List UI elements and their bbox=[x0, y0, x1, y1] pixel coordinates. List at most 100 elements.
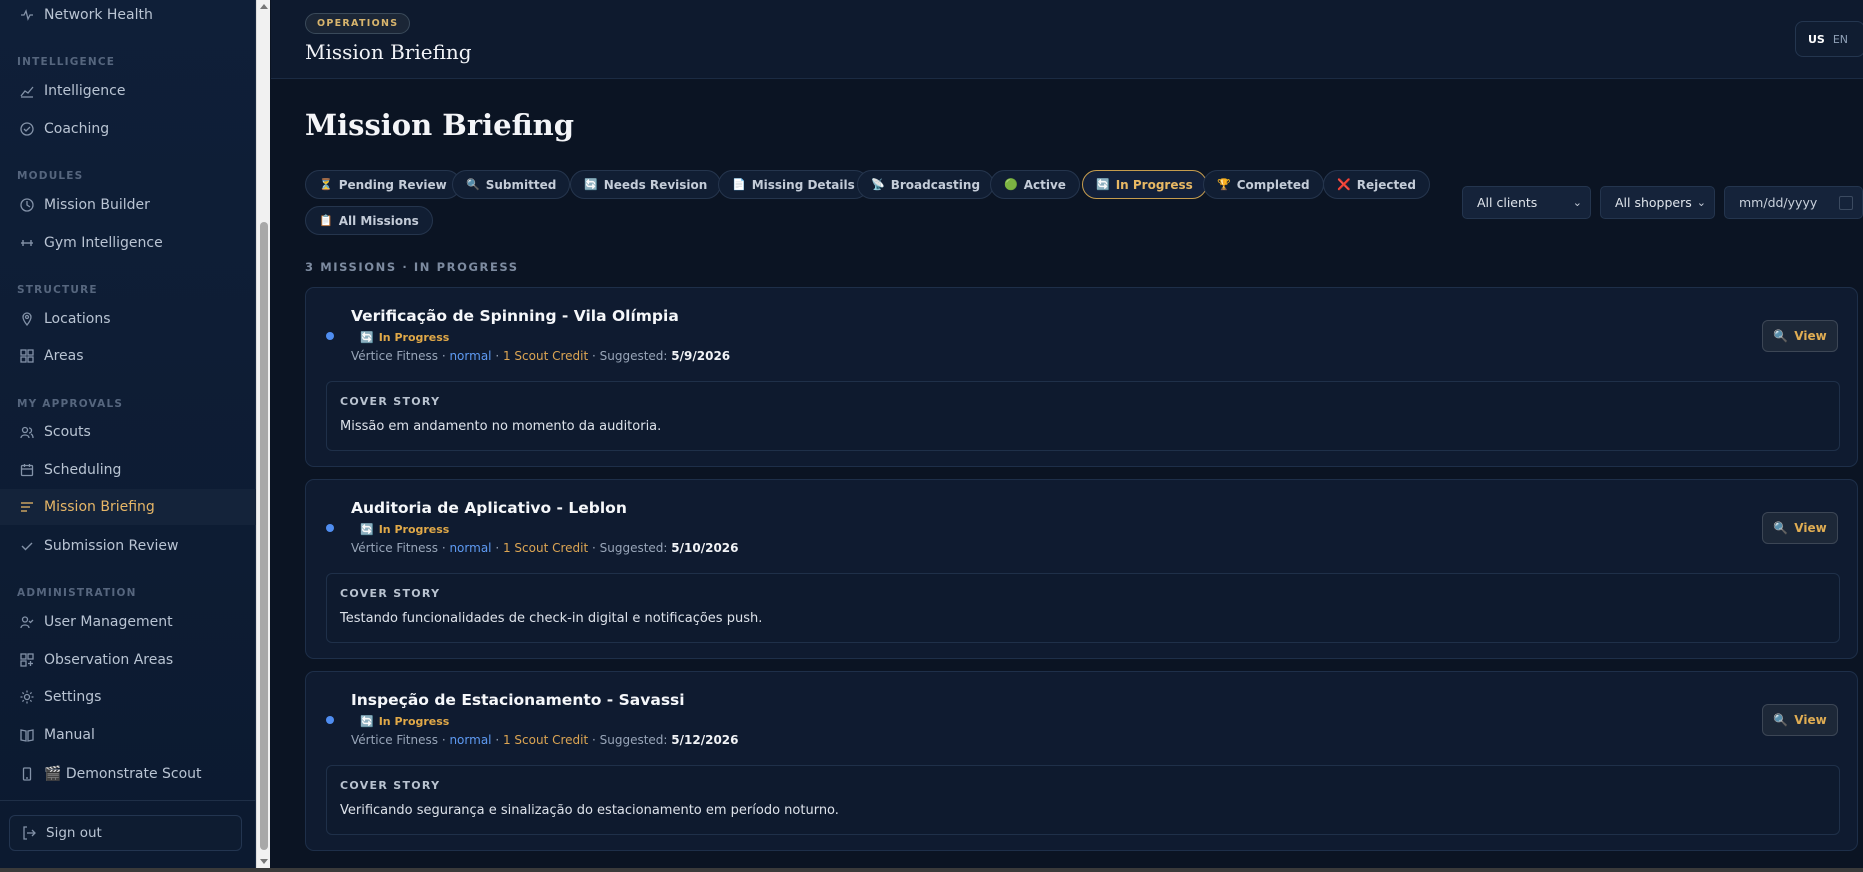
scrollbar-thumb[interactable] bbox=[260, 222, 268, 850]
credit-label: 1 Scout Credit bbox=[502, 349, 589, 363]
satellite-icon: 📡 bbox=[871, 178, 885, 191]
book-icon bbox=[20, 728, 34, 742]
sidebar-item-scheduling[interactable]: Scheduling bbox=[0, 452, 256, 488]
sidebar-item-label: Submission Review bbox=[44, 538, 179, 554]
refresh-icon: 🔄 bbox=[360, 331, 374, 344]
view-label: View bbox=[1794, 329, 1827, 343]
filter-label: Broadcasting bbox=[890, 177, 981, 192]
window-bottom-edge bbox=[0, 868, 1863, 872]
filter-label: Rejected bbox=[1356, 177, 1416, 192]
sidebar-item-gym-intelligence[interactable]: Gym Intelligence bbox=[0, 225, 256, 261]
date-input[interactable]: mm/dd/yyyy bbox=[1724, 186, 1863, 219]
sidebar-item-label: Observation Areas bbox=[44, 652, 174, 668]
filter-all-missions[interactable]: 📋 All Missions bbox=[305, 206, 433, 235]
sidebar-item-label: Network Health bbox=[44, 7, 153, 23]
sidebar-item-settings[interactable]: Settings bbox=[0, 679, 256, 715]
document-icon: 📄 bbox=[732, 178, 746, 191]
scroll-down-arrow-icon[interactable] bbox=[260, 859, 268, 864]
sidebar-item-label: Scouts bbox=[44, 424, 91, 440]
sidebar-item-coaching[interactable]: Coaching bbox=[0, 111, 256, 147]
filter-missing-details[interactable]: 📄 Missing Details bbox=[718, 170, 869, 199]
filter-in-progress[interactable]: 🔄 In Progress bbox=[1082, 170, 1207, 199]
refresh-icon: 🔄 bbox=[1096, 178, 1110, 191]
suggested-label: Suggested: bbox=[599, 733, 668, 747]
filter-completed[interactable]: 🏆 Completed bbox=[1203, 170, 1324, 199]
magnifier-icon: 🔍 bbox=[1773, 329, 1789, 343]
view-button[interactable]: 🔍 View bbox=[1762, 320, 1838, 352]
client-name: Vértice Fitness bbox=[351, 349, 438, 363]
sidebar-item-manual[interactable]: Manual bbox=[0, 717, 256, 753]
sidebar-item-submission-review[interactable]: Submission Review bbox=[0, 528, 256, 564]
mission-title: Auditoria de Aplicativo - Leblon bbox=[351, 499, 627, 517]
mission-meta: Vértice Fitness · normal · 1 Scout Credi… bbox=[351, 541, 739, 555]
filter-rejected[interactable]: ❌ Rejected bbox=[1323, 170, 1430, 199]
page-title: Mission Briefing bbox=[305, 108, 575, 142]
suggested-date: 5/12/2026 bbox=[671, 733, 739, 747]
filter-active[interactable]: 🟢 Active bbox=[990, 170, 1080, 199]
sidebar-item-label: Intelligence bbox=[44, 83, 126, 99]
sidebar-scrollbar[interactable] bbox=[256, 0, 270, 868]
sidebar-item-demonstrate-scout[interactable]: 🎬 Demonstrate Scout bbox=[0, 756, 256, 792]
filter-pending-review[interactable]: ⏳ Pending Review bbox=[305, 170, 461, 199]
sidebar-item-observation-areas[interactable]: Observation Areas bbox=[0, 642, 256, 678]
sidebar-item-intelligence[interactable]: Intelligence bbox=[0, 73, 256, 109]
priority-label: normal bbox=[449, 541, 492, 555]
sign-out-button[interactable]: Sign out bbox=[9, 815, 242, 851]
status-badge: 🔄 In Progress bbox=[360, 523, 449, 536]
sidebar-item-network-health[interactable]: Network Health bbox=[0, 0, 256, 33]
client-select-value: All clients bbox=[1477, 195, 1538, 210]
section-badge: OPERATIONS bbox=[305, 13, 411, 34]
view-button[interactable]: 🔍 View bbox=[1762, 512, 1838, 544]
magnifier-icon: 🔍 bbox=[466, 178, 480, 191]
shopper-select[interactable]: All shoppers ⌄ bbox=[1600, 186, 1715, 219]
sidebar-item-scouts[interactable]: Scouts bbox=[0, 414, 256, 450]
filter-submitted[interactable]: 🔍 Submitted bbox=[452, 170, 571, 199]
cover-story-label: COVER STORY bbox=[340, 779, 441, 792]
cover-story: COVER STORY Verificando segurança e sina… bbox=[326, 765, 1840, 835]
credit-label: 1 Scout Credit bbox=[502, 733, 589, 747]
sidebar-item-label: Scheduling bbox=[44, 462, 122, 478]
view-button[interactable]: 🔍 View bbox=[1762, 704, 1838, 736]
mission-card: Auditoria de Aplicativo - Leblon 🔄 In Pro… bbox=[305, 479, 1858, 659]
client-select[interactable]: All clients ⌄ bbox=[1462, 186, 1591, 219]
sidebar-item-locations[interactable]: Locations bbox=[0, 301, 256, 337]
mission-title: Inspeção de Estacionamento - Savassi bbox=[351, 691, 685, 709]
mission-count: 3 MISSIONS · IN PROGRESS bbox=[305, 260, 519, 274]
mission-card: Inspeção de Estacionamento - Savassi 🔄 In… bbox=[305, 671, 1858, 851]
hourglass-icon: ⏳ bbox=[319, 178, 333, 191]
list-lines-icon bbox=[20, 500, 34, 514]
trend-chart-icon bbox=[20, 84, 34, 98]
filter-needs-revision[interactable]: 🔄 Needs Revision bbox=[570, 170, 722, 199]
filter-label: Pending Review bbox=[338, 177, 447, 192]
suggested-date: 5/10/2026 bbox=[671, 541, 739, 555]
phone-icon bbox=[20, 767, 34, 781]
client-name: Vértice Fitness bbox=[351, 733, 438, 747]
section-my-approvals: MY APPROVALS bbox=[17, 398, 124, 410]
sidebar-item-user-management[interactable]: User Management bbox=[0, 604, 256, 640]
priority-label: normal bbox=[449, 733, 492, 747]
sidebar-item-mission-builder[interactable]: Mission Builder bbox=[0, 187, 256, 223]
mission-meta: Vértice Fitness · normal · 1 Scout Credi… bbox=[351, 349, 731, 363]
sidebar-item-label: Mission Briefing bbox=[44, 499, 155, 515]
calendar-icon[interactable] bbox=[1839, 195, 1854, 210]
chevron-down-icon: ⌄ bbox=[1696, 196, 1706, 209]
user-check-icon bbox=[20, 615, 34, 629]
sidebar-item-label: Manual bbox=[44, 727, 95, 743]
sidebar-item-areas[interactable]: Areas bbox=[0, 338, 256, 374]
green-circle-icon: 🟢 bbox=[1004, 178, 1018, 191]
clock-icon bbox=[20, 198, 34, 212]
scroll-up-arrow-icon[interactable] bbox=[260, 4, 268, 9]
section-structure: STRUCTURE bbox=[17, 284, 98, 296]
sidebar-item-mission-briefing[interactable]: Mission Briefing bbox=[0, 489, 256, 525]
pulse-icon bbox=[20, 8, 34, 22]
calendar-icon bbox=[20, 463, 34, 477]
filter-broadcasting[interactable]: 📡 Broadcasting bbox=[857, 170, 995, 199]
language-selector[interactable]: US EN bbox=[1795, 21, 1863, 57]
cover-story-label: COVER STORY bbox=[340, 395, 441, 408]
dumbbell-icon bbox=[20, 236, 34, 250]
status-dot bbox=[326, 524, 334, 532]
status-label: In Progress bbox=[378, 331, 450, 344]
section-modules: MODULES bbox=[17, 170, 84, 182]
sidebar-item-label: Settings bbox=[44, 689, 102, 705]
check-icon bbox=[20, 539, 34, 553]
